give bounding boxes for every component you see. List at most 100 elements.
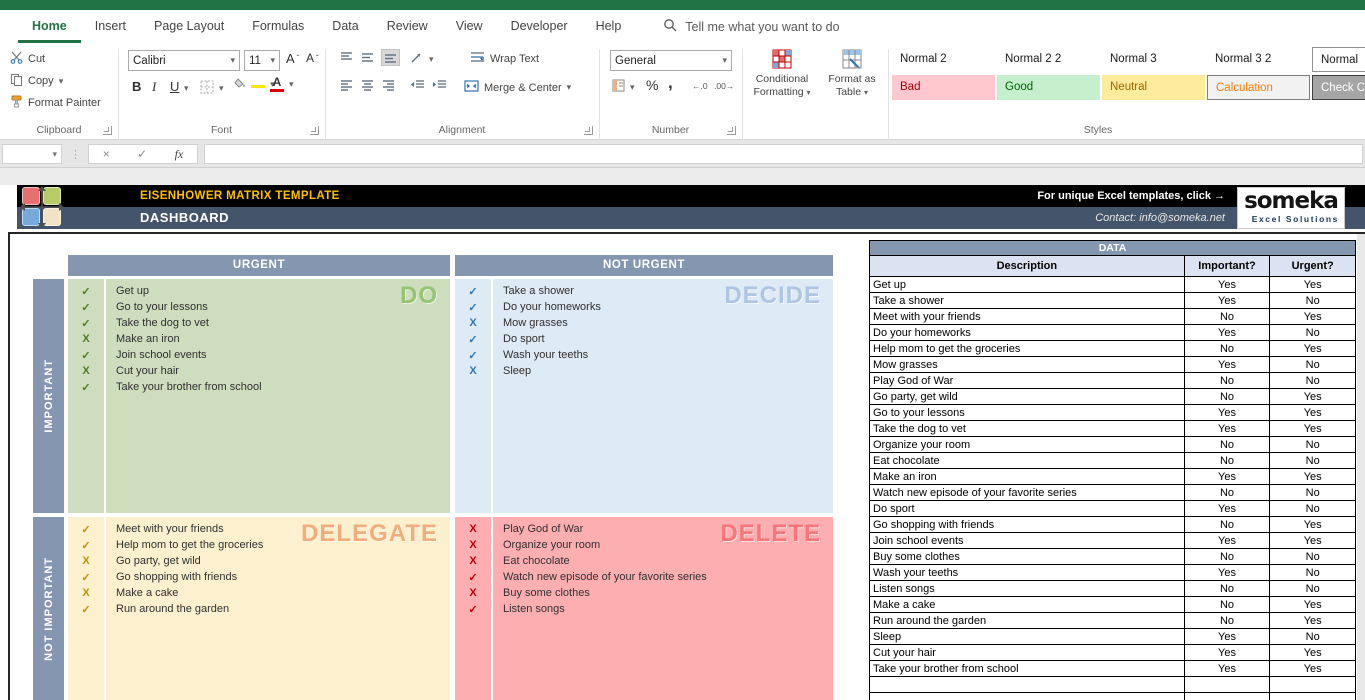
formula-bar-splitter[interactable]: ⋮ bbox=[70, 148, 81, 161]
style-chip-normal-3[interactable]: Normal 3 bbox=[1102, 47, 1205, 72]
number-dialog-launcher[interactable] bbox=[727, 126, 736, 135]
cell-important[interactable]: No bbox=[1184, 309, 1270, 324]
copy-dropdown-arrow[interactable]: ▾ bbox=[59, 76, 64, 87]
someka-logo[interactable]: someka Excel Solutions bbox=[1237, 187, 1345, 229]
style-chip-calculation[interactable]: Calculation bbox=[1207, 75, 1310, 100]
cell-important[interactable]: No bbox=[1184, 549, 1270, 564]
cell-description[interactable]: Play God of War bbox=[870, 373, 1184, 388]
alignment-dialog-launcher[interactable] bbox=[584, 126, 593, 135]
cell-urgent[interactable]: No bbox=[1269, 565, 1355, 580]
cell-description[interactable]: Help mom to get the groceries bbox=[870, 341, 1184, 356]
middle-align-button[interactable] bbox=[361, 52, 374, 63]
accounting-format-button[interactable]: ▾ bbox=[612, 79, 635, 95]
cell-description[interactable]: Run around the garden bbox=[870, 613, 1184, 628]
cell-description[interactable]: Wash your teeths bbox=[870, 565, 1184, 580]
matrix-item[interactable]: ✓Join school events bbox=[68, 347, 450, 363]
cell-urgent[interactable]: Yes bbox=[1269, 405, 1355, 420]
cell-important[interactable]: Yes bbox=[1184, 357, 1270, 372]
style-chip-normal-2-2[interactable]: Normal 2 2 bbox=[997, 47, 1100, 72]
decrease-indent-button[interactable] bbox=[410, 80, 425, 91]
font-size-combobox[interactable]: 11 ▾ bbox=[244, 50, 280, 71]
number-format-combobox[interactable]: General ▾ bbox=[610, 50, 732, 71]
cell-urgent[interactable]: No bbox=[1269, 501, 1355, 516]
font-color-button[interactable]: A ▾ bbox=[270, 77, 294, 92]
align-left-button[interactable] bbox=[340, 80, 353, 91]
matrix-item[interactable]: ✓Take the dog to vet bbox=[68, 315, 450, 331]
percent-style-button[interactable]: % bbox=[646, 77, 658, 93]
decrease-decimal-button[interactable]: .00→ bbox=[714, 81, 734, 91]
cell-important[interactable]: Yes bbox=[1184, 469, 1270, 484]
column-header-description[interactable]: Description bbox=[870, 256, 1184, 276]
cell-description[interactable]: Do sport bbox=[870, 501, 1184, 516]
tab-review[interactable]: Review bbox=[373, 10, 442, 43]
cell-description[interactable]: Go party, get wild bbox=[870, 389, 1184, 404]
matrix-item[interactable]: ✓Get up bbox=[68, 283, 450, 299]
cell-description[interactable]: Make an iron bbox=[870, 469, 1184, 484]
tell-me-search[interactable]: Tell me what you want to do bbox=[663, 10, 839, 43]
increase-font-size-button[interactable]: Aˆ bbox=[286, 51, 299, 66]
cut-button[interactable]: Cut bbox=[10, 51, 45, 67]
cell-important[interactable]: Yes bbox=[1184, 501, 1270, 516]
orientation-dropdown-arrow[interactable]: ▾ bbox=[429, 54, 434, 65]
cell-urgent[interactable]: No bbox=[1269, 357, 1355, 372]
cell-important[interactable]: Yes bbox=[1184, 325, 1270, 340]
cell-important[interactable] bbox=[1184, 693, 1270, 700]
copy-button[interactable]: Copy ▾ bbox=[10, 73, 63, 89]
enter-check-icon[interactable]: ✓ bbox=[137, 147, 147, 161]
tab-help[interactable]: Help bbox=[582, 10, 636, 43]
cell-description[interactable]: Join school events bbox=[870, 533, 1184, 548]
orientation-button[interactable]: ▾ bbox=[410, 51, 434, 67]
cell-important[interactable]: No bbox=[1184, 597, 1270, 612]
cell-important[interactable]: Yes bbox=[1184, 405, 1270, 420]
cell-urgent[interactable]: Yes bbox=[1269, 661, 1355, 676]
tab-page-layout[interactable]: Page Layout bbox=[140, 10, 238, 43]
matrix-item[interactable]: ✓Go to your lessons bbox=[68, 299, 450, 315]
cell-description[interactable]: Eat chocolate bbox=[870, 453, 1184, 468]
comma-style-button[interactable]: , bbox=[668, 73, 673, 93]
cell-important[interactable]: Yes bbox=[1184, 277, 1270, 292]
cell-description[interactable]: Organize your room bbox=[870, 437, 1184, 452]
matrix-item[interactable]: XSleep bbox=[455, 363, 833, 379]
style-chip-normal[interactable]: Normal bbox=[1312, 47, 1365, 72]
cell-important[interactable]: No bbox=[1184, 517, 1270, 532]
formula-input[interactable] bbox=[204, 144, 1363, 164]
cell-description[interactable]: Cut your hair bbox=[870, 645, 1184, 660]
tab-data[interactable]: Data bbox=[318, 10, 372, 43]
cell-important[interactable]: Yes bbox=[1184, 565, 1270, 580]
matrix-item[interactable]: ✓Wash your teeths bbox=[455, 347, 833, 363]
promo-link[interactable]: For unique Excel templates, click → bbox=[1037, 185, 1225, 207]
increase-decimal-button[interactable]: ←.0 bbox=[692, 81, 708, 91]
cell-urgent[interactable]: No bbox=[1269, 293, 1355, 308]
cell-urgent[interactable]: Yes bbox=[1269, 645, 1355, 660]
cell-description[interactable]: Do your homeworks bbox=[870, 325, 1184, 340]
font-color-dropdown-arrow[interactable]: ▾ bbox=[289, 79, 294, 90]
font-dialog-launcher[interactable] bbox=[310, 126, 319, 135]
matrix-item[interactable]: ✓Go shopping with friends bbox=[68, 569, 450, 585]
cell-important[interactable]: No bbox=[1184, 437, 1270, 452]
cell-urgent[interactable]: Yes bbox=[1269, 277, 1355, 292]
font-size-dropdown-arrow[interactable]: ▾ bbox=[270, 55, 275, 66]
merge-center-dropdown-arrow[interactable]: ▾ bbox=[567, 82, 572, 93]
insert-function-icon[interactable]: fx bbox=[175, 147, 184, 162]
cancel-icon[interactable]: × bbox=[103, 147, 110, 161]
cell-urgent[interactable]: Yes bbox=[1269, 533, 1355, 548]
format-painter-button[interactable]: Format Painter bbox=[10, 95, 101, 111]
align-center-button[interactable] bbox=[361, 80, 374, 91]
fill-color-button[interactable]: ▾ bbox=[234, 78, 275, 91]
cell-important[interactable]: Yes bbox=[1184, 661, 1270, 676]
matrix-item[interactable]: ✓Run around the garden bbox=[68, 601, 450, 617]
borders-dropdown-arrow[interactable]: ▾ bbox=[219, 83, 224, 94]
bottom-align-button[interactable] bbox=[382, 50, 399, 65]
column-header-important[interactable]: Important? bbox=[1184, 256, 1270, 276]
name-box-dropdown-arrow[interactable]: ▾ bbox=[52, 149, 57, 160]
cell-description[interactable]: Watch new episode of your favorite serie… bbox=[870, 485, 1184, 500]
accounting-dropdown-arrow[interactable]: ▾ bbox=[630, 82, 635, 93]
tab-insert[interactable]: Insert bbox=[81, 10, 140, 43]
cell-urgent[interactable]: No bbox=[1269, 453, 1355, 468]
align-right-button[interactable] bbox=[382, 80, 395, 91]
cell-important[interactable]: Yes bbox=[1184, 293, 1270, 308]
cell-important[interactable]: No bbox=[1184, 453, 1270, 468]
cell-description[interactable] bbox=[870, 693, 1184, 700]
increase-indent-button[interactable] bbox=[432, 80, 447, 91]
format-as-table-button[interactable]: Format as Table ▾ bbox=[818, 49, 886, 99]
